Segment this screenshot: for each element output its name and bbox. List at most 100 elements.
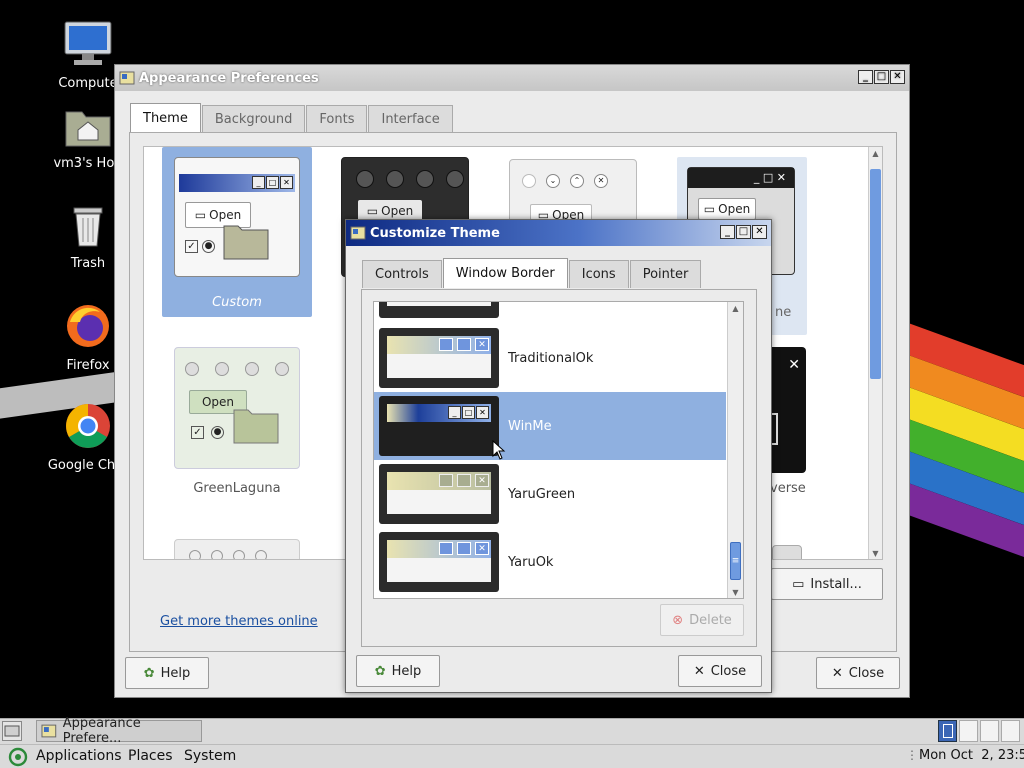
preview-maximize-icon bbox=[457, 474, 471, 487]
tab-fonts[interactable]: Fonts bbox=[306, 105, 368, 133]
minimize-button[interactable]: _ bbox=[858, 70, 873, 84]
scroll-thumb[interactable]: ≡ bbox=[730, 542, 741, 580]
thumb-minimize-icon: _ bbox=[252, 176, 265, 189]
tab-theme[interactable]: Theme bbox=[130, 103, 201, 133]
close-window-button[interactable]: ✕ bbox=[752, 225, 767, 239]
preview-minimize-icon: _ bbox=[448, 406, 461, 419]
folder-icon: ▭ bbox=[194, 208, 207, 222]
show-desktop-button[interactable] bbox=[2, 721, 22, 741]
preview-close-icon: ✕ bbox=[475, 474, 489, 487]
preview-close-icon: ✕ bbox=[475, 542, 489, 555]
tab-interface[interactable]: Interface bbox=[368, 105, 453, 133]
customize-help-button[interactable]: ✿ Help bbox=[356, 655, 440, 687]
appearance-help-button[interactable]: ✿ Help bbox=[125, 657, 209, 689]
border-preview: ✕ bbox=[379, 328, 499, 388]
preview-minimize-icon bbox=[439, 474, 453, 487]
computer-icon bbox=[64, 21, 112, 65]
border-preview: ✕ bbox=[379, 532, 499, 592]
workspace-4[interactable] bbox=[1001, 720, 1020, 742]
tab-controls[interactable]: Controls bbox=[362, 260, 442, 288]
close-icon: ✕ bbox=[693, 663, 705, 679]
delete-button[interactable]: ⊗ Delete bbox=[660, 604, 744, 636]
workspace-switcher[interactable] bbox=[938, 720, 1022, 742]
tab-icons[interactable]: Icons bbox=[568, 260, 629, 288]
thumb-dot-icon bbox=[211, 550, 223, 559]
theme-label-inverse: verse bbox=[770, 481, 806, 496]
list-item-partial[interactable] bbox=[379, 302, 499, 318]
customize-window-controls: _ □ ✕ bbox=[720, 225, 767, 239]
preview-close-icon: ✕ bbox=[476, 406, 489, 419]
menu-places[interactable]: Places bbox=[128, 748, 173, 764]
scroll-down-icon[interactable]: ▼ bbox=[869, 547, 882, 559]
theme-item-partial[interactable] bbox=[772, 545, 802, 559]
trash-icon bbox=[73, 207, 103, 247]
thumb-buttons bbox=[185, 362, 289, 376]
appearance-close-button[interactable]: ✕ Close bbox=[816, 657, 900, 689]
preview-body bbox=[387, 558, 491, 582]
close-window-button[interactable]: ✕ bbox=[890, 70, 905, 84]
help-icon: ✿ bbox=[143, 665, 155, 681]
minimize-button[interactable]: _ bbox=[720, 225, 735, 239]
border-name: YaruOk bbox=[508, 554, 554, 570]
scroll-up-icon[interactable]: ▲ bbox=[728, 302, 743, 316]
tab-pointer[interactable]: Pointer bbox=[629, 260, 702, 288]
customize-app-icon bbox=[350, 226, 366, 240]
list-item-border-2[interactable]: ✕ YaruGreen bbox=[374, 460, 726, 528]
border-name: TraditionalOk bbox=[508, 350, 594, 366]
theme-grid-scrollbar[interactable]: ▲ ▼ bbox=[868, 147, 882, 559]
task-button-appearance[interactable]: Appearance Prefere... bbox=[36, 716, 202, 746]
list-item-border-0[interactable]: ✕ TraditionalOk bbox=[374, 324, 726, 392]
tab-background[interactable]: Background bbox=[201, 105, 306, 133]
thumb-folder-icon bbox=[233, 409, 279, 444]
folder-icon: ▭ bbox=[703, 202, 716, 216]
thumb-chevron-down-icon: ⌄ bbox=[546, 174, 560, 188]
maximize-icon: □ bbox=[876, 71, 887, 82]
install-button[interactable]: ▭ Install... bbox=[771, 568, 883, 600]
thumb-buttons bbox=[356, 170, 464, 188]
appearance-title: Appearance Preferences bbox=[139, 70, 319, 86]
workspace-2[interactable] bbox=[959, 720, 978, 742]
thumb-close-icon: ✕ bbox=[788, 357, 800, 373]
theme-thumbnail: Open ✓ ● bbox=[174, 347, 300, 469]
list-item-border-1[interactable]: _ □ ✕ WinMe bbox=[374, 392, 726, 460]
thumb-dot-icon bbox=[255, 550, 267, 559]
preview-body bbox=[387, 354, 491, 378]
preview-titlebar: ✕ bbox=[387, 472, 491, 490]
theme-label-4: ne bbox=[775, 305, 792, 320]
workspace-3[interactable] bbox=[980, 720, 999, 742]
border-list-scrollbar[interactable]: ▲ ≡ ▼ bbox=[727, 302, 743, 598]
theme-label-greenlaguna: GreenLaguna bbox=[193, 481, 281, 496]
preview-titlebar: ✕ bbox=[387, 540, 491, 558]
scroll-thumb[interactable] bbox=[870, 169, 881, 379]
firefox-icon bbox=[67, 305, 109, 347]
maximize-button[interactable]: □ bbox=[874, 70, 889, 84]
customize-close-button[interactable]: ✕ Close bbox=[678, 655, 762, 687]
workspace-1[interactable] bbox=[938, 720, 957, 742]
close-icon: ✕ bbox=[831, 665, 843, 681]
menu-system[interactable]: System bbox=[184, 748, 236, 764]
maximize-button[interactable]: □ bbox=[736, 225, 751, 239]
theme-item-partial[interactable] bbox=[174, 539, 300, 559]
list-item-border-3[interactable]: ✕ YaruOk bbox=[374, 528, 726, 596]
get-more-themes-link[interactable]: Get more themes online bbox=[160, 614, 318, 629]
border-name: WinMe bbox=[508, 418, 552, 434]
tab-window-border[interactable]: Window Border bbox=[442, 258, 568, 288]
theme-item-greenlaguna[interactable]: Open ✓ ● GreenLaguna bbox=[172, 345, 302, 505]
theme-item-custom[interactable]: _ □ ✕ ▭ Open ✓ ● Custom bbox=[162, 147, 312, 317]
panel-handle-icon: ⋮ bbox=[906, 748, 918, 762]
appearance-titlebar[interactable]: Appearance Preferences _ □ ✕ bbox=[115, 65, 909, 91]
preview-maximize-icon bbox=[457, 542, 471, 555]
theme-label-custom: Custom bbox=[212, 295, 262, 310]
thumb-dot-icon bbox=[275, 362, 289, 376]
customize-tabs: Controls Window Border Icons Pointer bbox=[362, 258, 702, 288]
customize-theme-dialog: Customize Theme _ □ ✕ Controls Window Bo… bbox=[345, 219, 772, 693]
scroll-down-icon[interactable]: ▼ bbox=[728, 586, 743, 598]
clock[interactable]: Mon Oct 2, 23:57 bbox=[919, 748, 1024, 763]
thumb-dot-icon bbox=[233, 550, 245, 559]
preview-body bbox=[387, 302, 491, 306]
menu-applications[interactable]: Applications bbox=[36, 748, 122, 764]
thumb-dot-icon bbox=[522, 174, 536, 188]
thumb-close-icon: ✕ bbox=[280, 176, 293, 189]
scroll-up-icon[interactable]: ▲ bbox=[869, 147, 882, 161]
customize-titlebar[interactable]: Customize Theme _ □ ✕ bbox=[346, 220, 771, 246]
